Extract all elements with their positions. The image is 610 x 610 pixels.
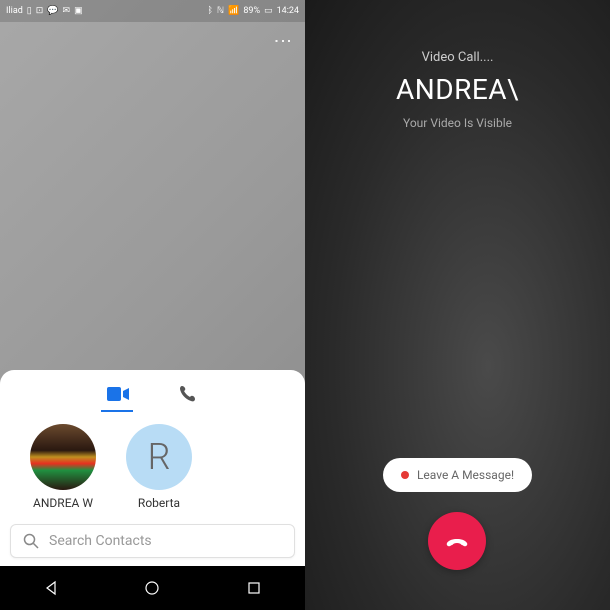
triangle-back-icon	[43, 580, 59, 596]
battery-icon: ▭	[264, 6, 273, 16]
battery-label: 89%	[243, 6, 260, 16]
carrier-label: Iliad	[6, 6, 23, 16]
phone-icon	[179, 385, 197, 403]
video-camera-icon	[107, 387, 129, 401]
contacts-row: ANDREA W R Roberta	[10, 424, 295, 524]
mail-icon: ✉	[63, 6, 71, 16]
contact-item[interactable]: R Roberta	[126, 424, 192, 510]
avatar	[30, 424, 96, 490]
android-nav-bar	[0, 566, 305, 610]
contacts-screen: Iliad ▯ ⊡ 💬 ✉ ▣ ᛒ ℕ 📶 89% ▭ 14:24 ⋮	[0, 0, 305, 610]
signal-icon: 📶	[228, 6, 239, 16]
sim-icon: ▯	[27, 6, 32, 16]
video-call-screen: Video Call.... ANDREA\ Your Video Is Vis…	[305, 0, 610, 610]
call-actions: Leave A Message!	[383, 458, 532, 570]
hangup-icon	[442, 526, 472, 556]
chat-icon: 💬	[47, 6, 58, 16]
search-placeholder: Search Contacts	[49, 533, 152, 549]
square-recent-icon	[246, 580, 262, 596]
contact-item[interactable]: ANDREA W	[30, 424, 96, 510]
folder-icon: ▣	[74, 6, 83, 16]
circle-home-icon	[144, 580, 160, 596]
tab-underlines	[10, 410, 295, 412]
nfc-icon: ℕ	[217, 6, 224, 16]
time-label: 14:24	[277, 6, 299, 16]
search-input[interactable]: Search Contacts	[10, 524, 295, 558]
video-visibility-label: Your Video Is Visible	[403, 116, 512, 130]
status-right: ᛒ ℕ 📶 89% ▭ 14:24	[208, 6, 300, 16]
notif-icon: ⊡	[36, 6, 44, 16]
caller-name: ANDREA\	[396, 73, 519, 106]
leave-message-button[interactable]: Leave A Message!	[383, 458, 532, 492]
avatar-photo	[30, 424, 96, 490]
nav-back-button[interactable]	[37, 574, 65, 602]
tab-voice-underline	[173, 410, 205, 412]
tab-video[interactable]	[103, 382, 133, 406]
record-icon	[401, 471, 409, 479]
call-status-label: Video Call....	[422, 50, 494, 65]
tab-video-underline	[101, 410, 133, 412]
bottom-sheet: ANDREA W R Roberta Search Contacts	[0, 370, 305, 566]
status-left: Iliad ▯ ⊡ 💬 ✉ ▣	[6, 6, 83, 16]
contact-name: Roberta	[138, 496, 180, 510]
search-icon	[23, 533, 39, 549]
leave-message-label: Leave A Message!	[417, 468, 514, 482]
call-type-tabs	[10, 382, 295, 406]
contact-name: ANDREA W	[33, 496, 93, 510]
bluetooth-icon: ᛒ	[208, 6, 213, 16]
tab-voice[interactable]	[173, 382, 203, 406]
overflow-menu-icon[interactable]: ⋮	[272, 32, 293, 48]
avatar: R	[126, 424, 192, 490]
avatar-letter: R	[148, 436, 171, 478]
nav-recent-button[interactable]	[240, 574, 268, 602]
nav-home-button[interactable]	[138, 574, 166, 602]
camera-preview: ⋮	[0, 22, 305, 370]
status-bar: Iliad ▯ ⊡ 💬 ✉ ▣ ᛒ ℕ 📶 89% ▭ 14:24	[0, 0, 305, 22]
end-call-button[interactable]	[428, 512, 486, 570]
